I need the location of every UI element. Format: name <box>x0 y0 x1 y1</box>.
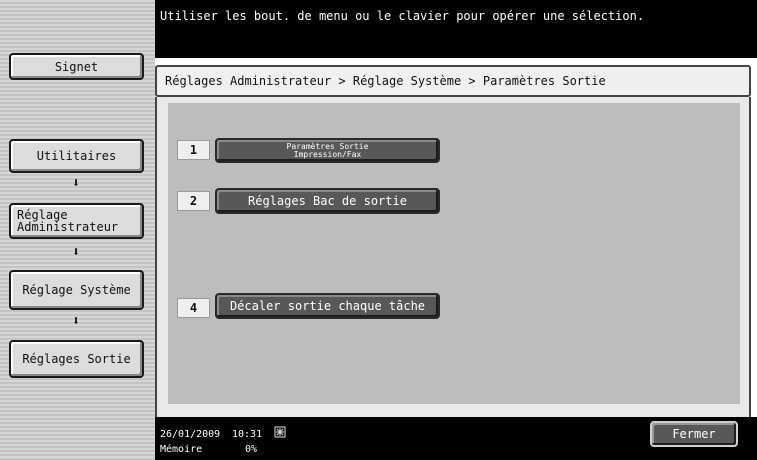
bookmark-button[interactable]: Signet <box>9 53 144 80</box>
sidebar-item-label-line2: Administrateur <box>17 220 119 234</box>
network-icon <box>274 423 286 438</box>
output-tray-settings-button[interactable]: Réglages Bac de sortie <box>215 188 440 214</box>
breadcrumb: Réglages Administrateur > Réglage Systèm… <box>165 74 606 88</box>
instruction-message: Utiliser les bout. de menu ou le clavier… <box>160 9 645 23</box>
time-display: 10:31 <box>232 429 263 440</box>
date-display: 26/01/2009 <box>160 429 221 440</box>
close-label: Fermer <box>672 427 716 441</box>
output-settings-print-fax-button[interactable]: Paramètres Sortie Impression/Fax <box>215 138 440 163</box>
option-label: Réglages Bac de sortie <box>248 194 407 208</box>
option-number-2: 2 <box>177 191 210 211</box>
down-arrow-icon: ⬇ <box>72 314 80 329</box>
bookmark-label: Signet <box>54 59 99 74</box>
option-number-1: 1 <box>177 140 210 160</box>
option-label-line2: Impression/Fax <box>293 149 362 159</box>
option-label: Décaler sortie chaque tâche <box>229 299 426 313</box>
sidebar-item-label: Réglage Système <box>22 283 131 297</box>
close-button[interactable]: Fermer <box>650 421 738 447</box>
memory-value: 0% <box>245 444 258 455</box>
sidebar-item-admin-settings[interactable]: Réglage Administrateur <box>9 203 144 239</box>
sidebar-item-label: Réglages Sortie <box>22 352 131 366</box>
down-arrow-icon: ⬇ <box>72 245 80 260</box>
sidebar-item-label: Utilitaires <box>36 149 117 163</box>
down-arrow-icon: ⬇ <box>72 176 80 191</box>
offset-output-each-job-button[interactable]: Décaler sortie chaque tâche <box>215 293 440 319</box>
option-number-4: 4 <box>177 298 210 318</box>
sidebar-item-system-settings[interactable]: Réglage Système <box>9 270 144 310</box>
sidebar-item-output-settings[interactable]: Réglages Sortie <box>9 340 144 378</box>
memory-label: Mémoire <box>160 444 203 455</box>
sidebar-item-utilities[interactable]: Utilitaires <box>9 139 144 173</box>
